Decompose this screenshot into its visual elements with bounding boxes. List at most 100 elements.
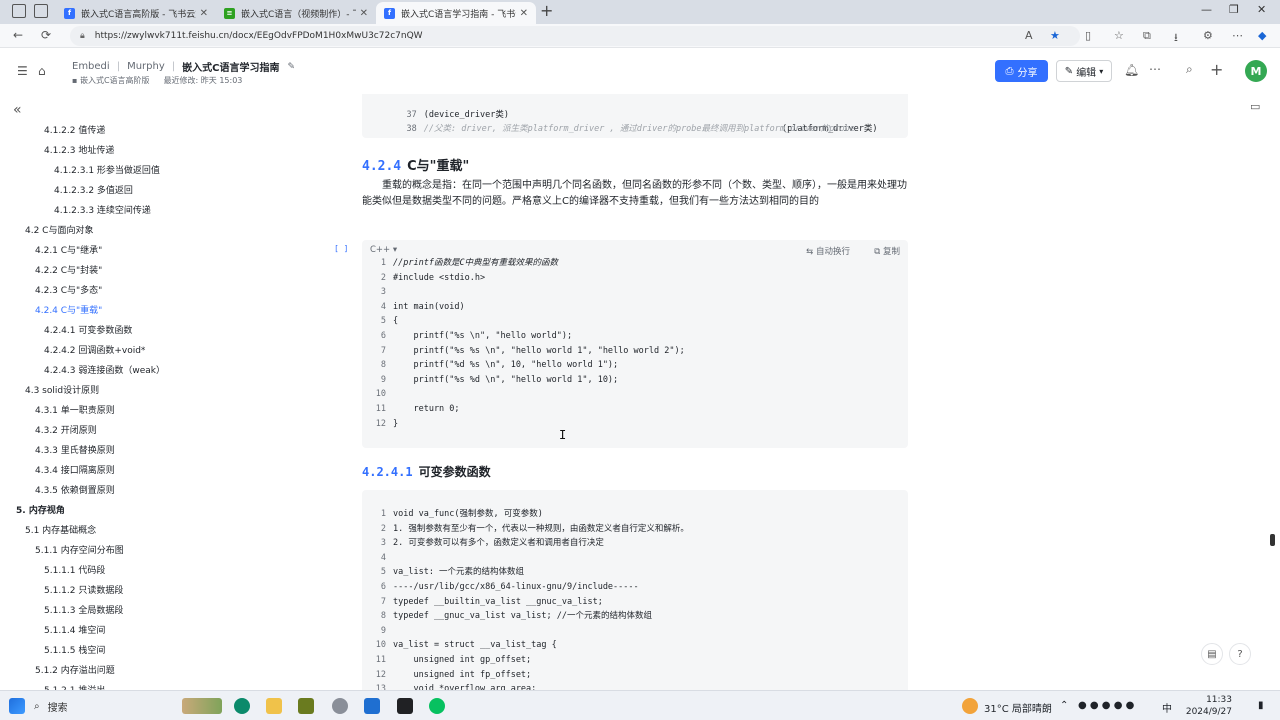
ime-indicator[interactable]: 中 — [1162, 700, 1172, 715]
toc-item[interactable]: 4.2 C与面向对象 — [25, 225, 93, 237]
tray-app-icons[interactable]: ● ● ● ● ● — [1078, 700, 1134, 711]
settings-app-icon[interactable] — [332, 698, 348, 714]
toc-item[interactable]: 4.2.3 C与"多态" — [35, 285, 102, 297]
minimize-icon[interactable]: — — [1201, 3, 1212, 16]
windows-start-icon[interactable] — [9, 698, 25, 714]
toc-item[interactable]: 5.1.1 内存空间分布图 — [35, 545, 124, 557]
close-tab-icon[interactable]: ✕ — [520, 8, 528, 19]
share-button[interactable]: ⎙ 分享 — [995, 60, 1048, 82]
capcut-icon[interactable] — [397, 698, 413, 714]
code-line: 1 void va_func(强制参数, 可变参数) — [362, 507, 543, 521]
notifications-icon[interactable]: ▮ — [1258, 700, 1264, 711]
doc-content: 37 (device_driver类) (platform_driver类) 38… — [318, 94, 1248, 690]
toc-item[interactable]: 5.1.1.1 代码段 — [44, 565, 105, 577]
clock[interactable]: 11:33 2024/9/27 — [1180, 694, 1232, 718]
home-icon[interactable]: ⌂ — [38, 64, 46, 78]
toc-item[interactable]: 4.3.5 依赖倒置原则 — [35, 485, 115, 497]
reload-icon[interactable]: ⟳ — [41, 28, 51, 42]
more-options-icon[interactable]: ⋯ — [1149, 62, 1161, 76]
browser-tab-1[interactable]: f 嵌入式C语言高阶版 - 飞书云文档 ✕ — [56, 2, 216, 24]
help-icon[interactable]: ? — [1229, 643, 1251, 665]
edit-button[interactable]: ✎ 编辑 ▾ — [1056, 60, 1112, 82]
extensions-icon[interactable]: ⚙ — [1203, 29, 1213, 42]
scrollbar-thumb[interactable] — [1270, 534, 1275, 546]
toc-item[interactable]: 4.1.2.3 地址传递 — [44, 145, 114, 157]
toc-item[interactable]: 4.1.2.3.3 连续空间传递 — [54, 205, 151, 217]
close-tab-icon[interactable]: ✕ — [200, 8, 208, 19]
downloads-icon[interactable]: ⭳ — [1174, 29, 1178, 48]
date: 2024/9/27 — [1185, 707, 1232, 717]
heading-text: 可变参数函数 — [418, 465, 491, 479]
copilot-icon[interactable]: ◆ — [1258, 29, 1266, 42]
pycharm-icon[interactable] — [298, 698, 314, 714]
copy-code-button[interactable]: ⧉ 复制 — [874, 245, 900, 257]
line-number: 12 — [375, 418, 386, 429]
pin-icon[interactable]: ✎ — [287, 62, 295, 72]
toc-item[interactable]: 4.3 solid设计原则 — [25, 385, 99, 397]
browser-tab-3-active[interactable]: f 嵌入式C语言学习指南 - 飞书云文 ✕ — [376, 2, 536, 24]
collapse-sidebar-icon[interactable]: « — [13, 102, 22, 118]
add-icon[interactable]: + — [1210, 60, 1223, 79]
split-screen-icon[interactable]: ▯ — [1085, 29, 1091, 42]
read-aloud-icon[interactable]: A — [1025, 29, 1033, 42]
comment-icon[interactable]: ▭ — [1250, 100, 1260, 113]
toc-item[interactable]: 4.2.4.2 回调函数+void* — [44, 345, 145, 357]
avatar[interactable]: M — [1245, 60, 1267, 82]
vscode-icon[interactable] — [364, 698, 380, 714]
block-handle-icon[interactable]: [ ] — [334, 244, 348, 253]
maximize-icon[interactable]: ❐ — [1229, 3, 1239, 16]
more-menu-icon[interactable]: ⋯ — [1232, 29, 1243, 42]
toc-item[interactable]: 5.1.1.5 栈空间 — [44, 645, 105, 657]
weather-text[interactable]: 31°C 局部晴朗 — [984, 700, 1052, 715]
wrap-toggle-button[interactable]: ⇆ 自动换行 — [806, 245, 850, 257]
tab-actions-icon[interactable] — [34, 4, 48, 18]
site-info-icon[interactable]: 🔒︎ — [80, 31, 85, 41]
toc-item[interactable]: 5.1.1.2 只读数据段 — [44, 585, 123, 597]
toc-item[interactable]: 5. 内存视角 — [16, 505, 65, 517]
toc-item[interactable]: 4.2.4.3 弱连接函数（weak） — [44, 365, 165, 377]
close-tab-icon[interactable]: ✕ — [360, 8, 368, 19]
code-language-select[interactable]: C++ ▾ — [370, 245, 397, 255]
toc-item[interactable]: 4.2.2 C与"封装" — [35, 265, 102, 277]
line-number: 8 — [380, 611, 386, 622]
code-line: 37 (device_driver类) (platform_driver类) — [362, 94, 908, 134]
toc-item[interactable]: 4.3.1 单一职责原则 — [35, 405, 115, 417]
parent-doc-link[interactable]: ▪ 嵌入式C语言高阶版 — [72, 75, 150, 86]
browser-tab-2[interactable]: ≡ 嵌入式C语言（视频制作）- 飞书 ✕ — [216, 2, 376, 24]
code-text: printf("%s \n", "hello world"); — [393, 331, 573, 341]
toc-item[interactable]: 4.1.2.2 值传递 — [44, 125, 105, 137]
collections-icon[interactable]: ⧉ — [1143, 29, 1151, 43]
search-icon[interactable]: ⌕ — [1186, 62, 1193, 77]
toc-item[interactable]: 5.1.2 内存溢出问题 — [35, 665, 115, 677]
toc-item[interactable]: 5.1.1.4 堆空间 — [44, 625, 105, 637]
back-icon[interactable]: ← — [13, 28, 23, 42]
breadcrumb-item[interactable]: Embedi — [72, 61, 110, 72]
edge-browser-icon[interactable] — [234, 698, 250, 714]
toc-item[interactable]: 4.3.4 接口隔离原则 — [35, 465, 115, 477]
breadcrumb-item[interactable]: Murphy — [127, 61, 165, 72]
toc-item[interactable]: 4.2.4.1 可变参数函数 — [44, 325, 132, 337]
favorite-star-icon[interactable]: ★ — [1050, 29, 1060, 42]
toc-item[interactable]: 4.1.2.3.2 多值返回 — [54, 185, 133, 197]
toc-item[interactable]: 4.2.4 C与"重载" — [35, 305, 102, 317]
tray-chevron-icon[interactable]: ⌃ — [1060, 700, 1068, 711]
profile-icon[interactable] — [12, 4, 26, 18]
line-number: 9 — [380, 374, 386, 385]
toc-item[interactable]: 4.3.2 开闭原则 — [35, 425, 97, 437]
toc-item[interactable]: 5.1 内存基础概念 — [25, 525, 96, 537]
close-window-icon[interactable]: ✕ — [1257, 3, 1266, 16]
code-line: 1 //printf函数是C中典型有重载效果的函数 — [362, 256, 558, 270]
file-explorer-icon[interactable] — [266, 698, 282, 714]
outline-icon[interactable]: ▤ — [1201, 643, 1223, 665]
address-bar[interactable]: 🔒︎ https://zwylwvk711t.feishu.cn/docx/EE… — [70, 26, 1080, 46]
wechat-icon[interactable] — [429, 698, 445, 714]
doc-header: ☰ ⌂ Embedi | Murphy | 嵌入式C语言学习指南 ✎ ▪ 嵌入式… — [0, 48, 1280, 94]
menu-toggle-icon[interactable]: ☰ — [17, 64, 28, 78]
favorites-icon[interactable]: ☆ — [1114, 29, 1124, 42]
toc-item[interactable]: 4.1.2.3.1 形参当做返回值 — [54, 165, 160, 177]
toc-item[interactable]: 5.1.1.3 全局数据段 — [44, 605, 123, 617]
bell-icon[interactable]: 🔔︎ — [1124, 63, 1139, 77]
new-tab-icon[interactable]: + — [540, 3, 553, 19]
toc-item[interactable]: 4.2.1 C与"继承" — [35, 245, 102, 257]
toc-item[interactable]: 4.3.3 里氏替换原则 — [35, 445, 115, 457]
